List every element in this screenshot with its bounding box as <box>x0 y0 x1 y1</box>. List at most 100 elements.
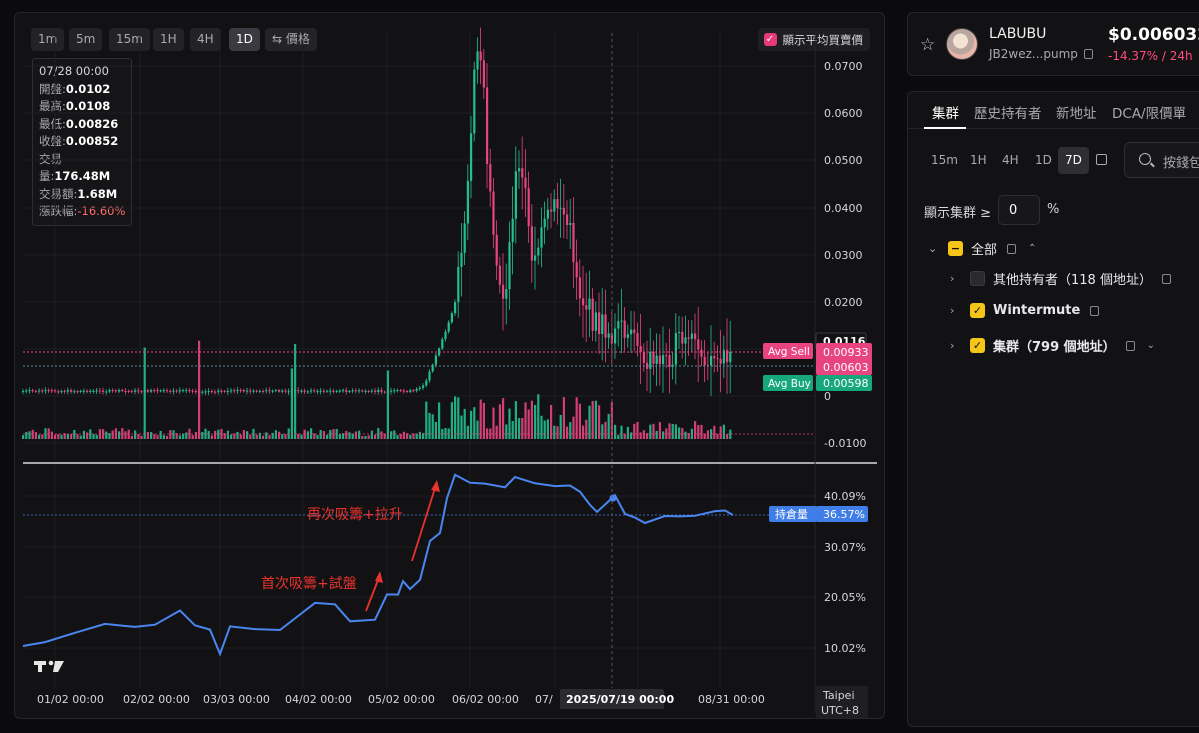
volume-bar <box>466 425 469 439</box>
candle-body <box>591 298 594 331</box>
volume-bar <box>313 433 316 439</box>
candle-body <box>470 133 473 181</box>
volume-bar <box>534 404 537 439</box>
tree-item-label: 集群（799 個地址） <box>993 340 1116 355</box>
candle-body <box>460 252 463 267</box>
volume-bar <box>130 435 133 439</box>
collapse-icon[interactable]: ⌃ <box>1028 243 1036 254</box>
percent-sign: % <box>1047 202 1060 217</box>
chevron-right-icon[interactable]: › <box>950 339 964 352</box>
timezone-offset[interactable]: UTC+8 <box>821 704 859 717</box>
candle-body <box>290 390 293 392</box>
volume-bar <box>604 421 607 439</box>
timeframe-5m[interactable]: 5m <box>69 28 103 51</box>
copy-icon[interactable] <box>1090 305 1100 316</box>
volume-bar <box>134 430 137 439</box>
copy-icon[interactable] <box>1125 340 1135 351</box>
volume-bar <box>166 435 169 439</box>
timeframe-1d[interactable]: 1D <box>229 28 260 51</box>
period-1d[interactable]: 1D <box>1028 147 1059 174</box>
expand-all-icon[interactable]: ⌄ <box>1147 340 1155 351</box>
candle-body <box>553 199 556 212</box>
candle-body <box>540 227 543 248</box>
timeframe-1h[interactable]: 1H <box>153 28 184 51</box>
volume-bar <box>370 430 373 439</box>
cluster-threshold-input[interactable]: 0 <box>998 195 1040 225</box>
tree-root-row[interactable]: ⌄ − 全部 ⌃ <box>928 239 1036 258</box>
candle-body <box>182 390 185 392</box>
volume-bar <box>710 429 713 439</box>
token-address-text: JB2wez...pump <box>989 47 1078 61</box>
candle-body <box>38 390 41 392</box>
timeframe-4h[interactable]: 4H <box>190 28 221 51</box>
chevron-right-icon[interactable]: › <box>950 304 964 317</box>
candle-body <box>134 390 137 392</box>
candle-body <box>428 371 431 381</box>
volume-bar <box>575 397 578 439</box>
star-icon[interactable]: ☆ <box>920 35 935 55</box>
candle-body <box>236 390 239 392</box>
period-7d[interactable]: 7D <box>1058 147 1089 174</box>
volume-bar <box>188 428 191 439</box>
wallet-search-input[interactable]: 按錢包 <box>1124 142 1199 178</box>
candle-body <box>316 391 319 393</box>
period-15m[interactable]: 15m <box>924 147 965 174</box>
volume-bar <box>655 430 658 439</box>
price-tick: 0.0500 <box>824 154 863 167</box>
candle-body <box>610 333 613 344</box>
candle-body <box>418 387 421 389</box>
open-value: 0.0102 <box>65 81 111 96</box>
volume-bar <box>537 394 540 439</box>
chevron-right-icon[interactable]: › <box>950 272 964 285</box>
volume-bar <box>722 424 725 439</box>
volume-bar <box>377 428 380 439</box>
price-toggle-button[interactable]: ⇆ 價格 <box>265 28 317 51</box>
volume-bar <box>54 434 57 439</box>
volume-bar <box>569 422 572 439</box>
tree-item-cluster[interactable]: › ✓ 集群（799 個地址） ⌄ <box>950 336 1155 355</box>
timeframe-15m[interactable]: 15m <box>109 28 150 51</box>
volume-bar <box>646 433 649 439</box>
volume-bar <box>681 428 684 439</box>
candle-body <box>390 390 393 392</box>
period-4h[interactable]: 4H <box>995 147 1026 174</box>
candle-body <box>169 390 172 392</box>
tab-cluster[interactable]: 集群 <box>932 102 959 122</box>
tree-item-wintermute[interactable]: › ✓ Wintermute <box>950 303 1100 318</box>
price-chart[interactable]: 0.0700 0.0600 0.0500 0.0400 0.0300 0.020… <box>15 13 885 719</box>
candle-body <box>492 191 495 235</box>
copy-icon[interactable] <box>1161 273 1171 284</box>
volume-bar <box>25 431 28 439</box>
partial-checkbox[interactable]: − <box>948 241 963 256</box>
copy-icon[interactable] <box>1083 49 1093 59</box>
tradingview-logo[interactable] <box>34 660 64 672</box>
unchecked-checkbox[interactable] <box>970 271 985 286</box>
checked-checkbox[interactable]: ✓ <box>970 303 985 318</box>
candle-body <box>310 390 313 392</box>
volume-bar <box>633 423 636 439</box>
volume-bar <box>50 431 53 439</box>
candle-body <box>434 355 437 365</box>
price-tick: 0.0200 <box>824 296 863 309</box>
period-1h[interactable]: 1H <box>963 147 994 174</box>
show-avg-price-toggle[interactable]: ✓ 顯示平均買賣價 <box>757 28 870 51</box>
candle-body <box>95 390 98 392</box>
candle-body <box>534 255 537 261</box>
tree-item-other-holders[interactable]: › 其他持有者（118 個地址） <box>950 269 1171 288</box>
chevron-down-icon[interactable]: ⌄ <box>928 242 942 255</box>
annotation-arrow-1 <box>365 574 381 612</box>
volume-bar <box>44 428 47 439</box>
tab-history-holders[interactable]: 歷史持有者 <box>974 102 1042 122</box>
volume-bar <box>169 430 172 439</box>
checked-checkbox[interactable]: ✓ <box>970 338 985 353</box>
panel-tabs: 集群 歷史持有者 新地址 DCA/限價單 <box>908 92 1199 129</box>
candle-body <box>22 390 25 392</box>
timezone-city[interactable]: Taipei <box>822 689 855 702</box>
candle-body <box>537 247 540 256</box>
tab-dca-limit[interactable]: DCA/限價單 <box>1112 102 1186 122</box>
calendar-icon[interactable] <box>1096 154 1107 165</box>
volume-bar <box>402 431 405 439</box>
tab-new-address[interactable]: 新地址 <box>1056 102 1097 122</box>
copy-icon[interactable] <box>1007 243 1017 254</box>
timeframe-1m[interactable]: 1m <box>31 28 65 51</box>
